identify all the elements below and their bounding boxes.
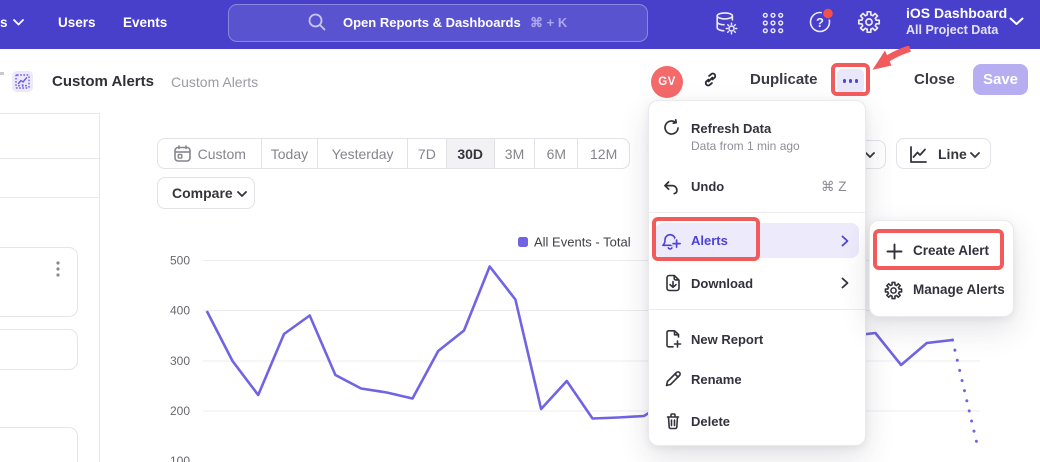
svg-text:100: 100 <box>170 454 190 462</box>
svg-text:400: 400 <box>170 304 190 318</box>
svg-text:300: 300 <box>170 354 190 368</box>
svg-text:All Events - Total: All Events - Total <box>534 235 631 250</box>
svg-text:?: ? <box>816 15 824 30</box>
svg-text:500: 500 <box>170 254 190 268</box>
svg-text:200: 200 <box>170 404 190 418</box>
